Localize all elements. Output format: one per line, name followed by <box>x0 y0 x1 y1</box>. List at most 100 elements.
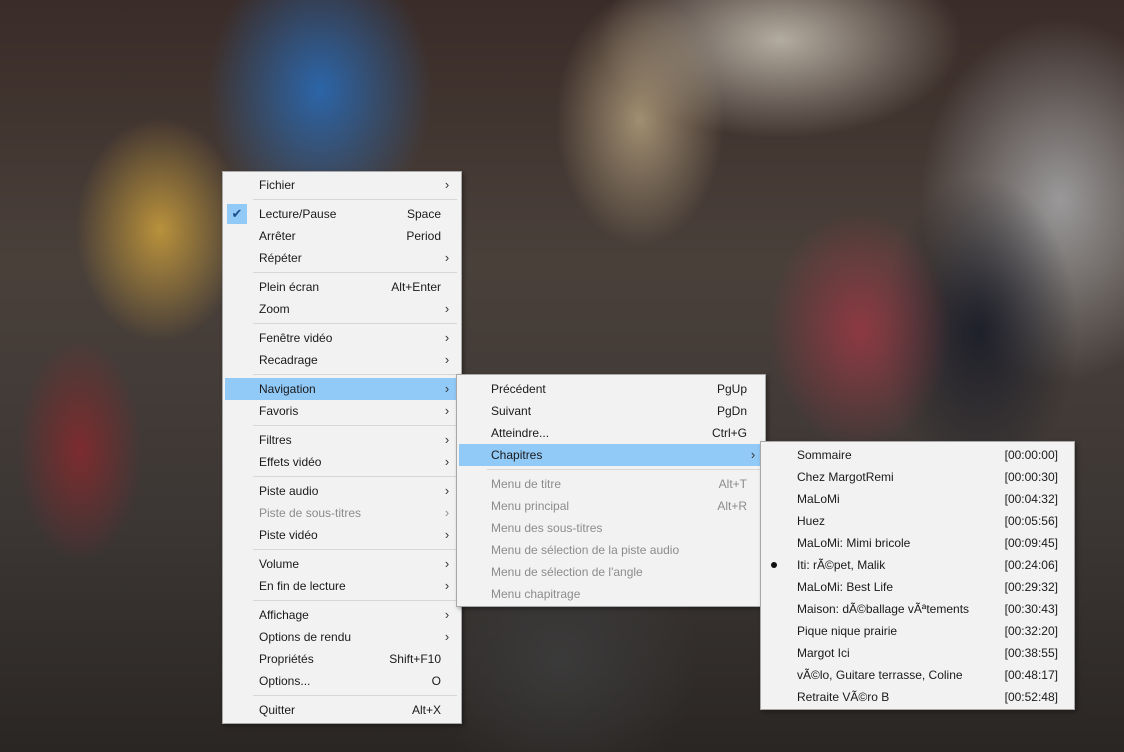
chevron-right-icon: › <box>444 177 450 192</box>
chevron-right-icon: › <box>750 447 756 462</box>
menu-item-fichier[interactable]: Fichier › <box>225 174 459 196</box>
menu-item-label: Iti: rÃ©pet, Malik <box>797 558 886 572</box>
chapter-item-malomi[interactable]: MaLoMi [00:04:32] <box>763 488 1072 510</box>
chapter-item-margot-ici[interactable]: Margot Ici [00:38:55] <box>763 642 1072 664</box>
menu-item-label: En fin de lecture <box>259 579 346 593</box>
nav-item-menu-de-selection-de-la-piste-audio: Menu de sélection de la piste audio <box>459 539 763 561</box>
chapter-item-chez-margotremi[interactable]: Chez MargotRemi [00:00:30] <box>763 466 1072 488</box>
menu-separator <box>487 469 761 470</box>
chevron-right-icon: › <box>444 454 450 469</box>
menu-item-piste-de-sous-titres: Piste de sous-titres › <box>225 502 459 524</box>
chapter-item-iti-ra-pet-malik[interactable]: Iti: rÃ©pet, Malik [00:24:06] <box>763 554 1072 576</box>
menu-item-label: Piste de sous-titres <box>259 506 362 520</box>
chapter-item-pique-nique-prairie[interactable]: Pique nique prairie [00:32:20] <box>763 620 1072 642</box>
menu-item-zoom[interactable]: Zoom › <box>225 298 459 320</box>
menu-item-label: Maison: dÃ©ballage vÃªtements <box>797 602 970 616</box>
menu-item-volume[interactable]: Volume › <box>225 553 459 575</box>
chapter-item-retraite-va-ro-b[interactable]: Retraite VÃ©ro B [00:52:48] <box>763 686 1072 708</box>
menu-item-shortcut: [00:38:55] <box>1004 646 1058 660</box>
chevron-right-icon: › <box>444 432 450 447</box>
menu-item-effets-video[interactable]: Effets vidéo › <box>225 451 459 473</box>
chevron-right-icon: › <box>444 556 450 571</box>
chevron-right-icon: › <box>444 403 450 418</box>
chevron-right-icon: › <box>444 483 450 498</box>
menu-separator <box>253 476 457 477</box>
navigation-submenu: Précédent PgUp Suivant PgDn Atteindre... Ctrl… <box>456 374 766 607</box>
menu-item-label: MaLoMi: Best Life <box>797 580 894 594</box>
nav-item-precedent[interactable]: Précédent PgUp <box>459 378 763 400</box>
menu-item-proprietes[interactable]: Propriétés Shift+F10 <box>225 648 459 670</box>
menu-item-recadrage[interactable]: Recadrage › <box>225 349 459 371</box>
chapters-submenu: Sommaire [00:00:00] Chez MargotRemi [00:00:… <box>760 441 1075 710</box>
menu-item-label: Sommaire <box>797 448 852 462</box>
menu-separator <box>253 600 457 601</box>
menu-item-shortcut: Alt+R <box>717 499 747 513</box>
chapter-item-huez[interactable]: Huez [00:05:56] <box>763 510 1072 532</box>
menu-item-en-fin-de-lecture[interactable]: En fin de lecture › <box>225 575 459 597</box>
menu-item-options-de-rendu[interactable]: Options de rendu › <box>225 626 459 648</box>
menu-item-label: Zoom <box>259 302 290 316</box>
menu-item-fenetre-video[interactable]: Fenêtre vidéo › <box>225 327 459 349</box>
menu-item-repeter[interactable]: Répéter › <box>225 247 459 269</box>
chapter-item-malomi-best-life[interactable]: MaLoMi: Best Life [00:29:32] <box>763 576 1072 598</box>
menu-item-favoris[interactable]: Favoris › <box>225 400 459 422</box>
menu-item-shortcut: [00:00:30] <box>1004 470 1058 484</box>
radio-bullet-icon <box>771 562 777 568</box>
menu-separator <box>253 323 457 324</box>
menu-item-shortcut: Alt+X <box>411 703 441 717</box>
menu-item-shortcut: [00:30:43] <box>1004 602 1058 616</box>
nav-item-menu-de-titre: Menu de titre Alt+T <box>459 473 763 495</box>
chevron-right-icon: › <box>444 330 450 345</box>
menu-item-label: Répéter <box>259 251 302 265</box>
menu-item-shortcut: Shift+F10 <box>389 652 441 666</box>
nav-item-suivant[interactable]: Suivant PgDn <box>459 400 763 422</box>
chevron-right-icon: › <box>444 301 450 316</box>
menu-item-affichage[interactable]: Affichage › <box>225 604 459 626</box>
menu-item-arreter[interactable]: Arrêter Period <box>225 225 459 247</box>
chevron-right-icon: › <box>444 629 450 644</box>
nav-item-menu-des-sous-titres: Menu des sous-titres <box>459 517 763 539</box>
menu-item-shortcut: O <box>431 674 441 688</box>
menu-item-label: Chapitres <box>491 448 543 462</box>
chevron-right-icon: › <box>444 527 450 542</box>
menu-item-options[interactable]: Options... O <box>225 670 459 692</box>
menu-item-piste-audio[interactable]: Piste audio › <box>225 480 459 502</box>
menu-item-label: Piste audio <box>259 484 319 498</box>
menu-item-label: Huez <box>797 514 826 528</box>
menu-item-shortcut: [00:52:48] <box>1004 690 1058 704</box>
menu-item-shortcut: [00:29:32] <box>1004 580 1058 594</box>
menu-item-shortcut: Space <box>406 207 441 221</box>
nav-item-atteindre[interactable]: Atteindre... Ctrl+G <box>459 422 763 444</box>
menu-item-shortcut: [00:09:45] <box>1004 536 1058 550</box>
menu-item-filtres[interactable]: Filtres › <box>225 429 459 451</box>
menu-item-quitter[interactable]: Quitter Alt+X <box>225 699 459 721</box>
chapter-item-malomi-mimi-bricole[interactable]: MaLoMi: Mimi bricole [00:09:45] <box>763 532 1072 554</box>
menu-item-label: Quitter <box>259 703 296 717</box>
chapter-item-sommaire[interactable]: Sommaire [00:00:00] <box>763 444 1072 466</box>
menu-item-label: Propriétés <box>259 652 314 666</box>
menu-item-shortcut: Alt+Enter <box>391 280 441 294</box>
menu-item-label: Menu de sélection de la piste audio <box>491 543 680 557</box>
menu-item-label: Pique nique prairie <box>797 624 898 638</box>
menu-item-plein-ecran[interactable]: Plein écran Alt+Enter <box>225 276 459 298</box>
menu-item-label: Recadrage <box>259 353 318 367</box>
menu-separator <box>253 272 457 273</box>
menu-item-shortcut: Ctrl+G <box>711 426 747 440</box>
chapter-item-maison-da-ballage-va-tements[interactable]: Maison: dÃ©ballage vÃªtements [00:30:43] <box>763 598 1072 620</box>
menu-item-label: Menu de sélection de l'angle <box>491 565 643 579</box>
chapter-item-va-lo-guitare-terrasse-coline[interactable]: vÃ©lo, Guitare terrasse, Coline [00:48:17… <box>763 664 1072 686</box>
menu-separator <box>253 695 457 696</box>
menu-item-label: Arrêter <box>259 229 296 243</box>
menu-item-label: MaLoMi: Mimi bricole <box>797 536 911 550</box>
menu-item-label: vÃ©lo, Guitare terrasse, Coline <box>797 668 963 682</box>
chevron-right-icon: › <box>444 607 450 622</box>
menu-item-navigation[interactable]: Navigation › <box>225 378 459 400</box>
nav-item-chapitres[interactable]: Chapitres › <box>459 444 763 466</box>
menu-item-label: Favoris <box>259 404 299 418</box>
menu-separator <box>253 374 457 375</box>
menu-item-shortcut: [00:04:32] <box>1004 492 1058 506</box>
menu-item-lecture-pause[interactable]: ✔ Lecture/Pause Space <box>225 203 459 225</box>
menu-item-piste-video[interactable]: Piste vidéo › <box>225 524 459 546</box>
menu-item-label: Fenêtre vidéo <box>259 331 333 345</box>
menu-item-label: Menu principal <box>491 499 570 513</box>
